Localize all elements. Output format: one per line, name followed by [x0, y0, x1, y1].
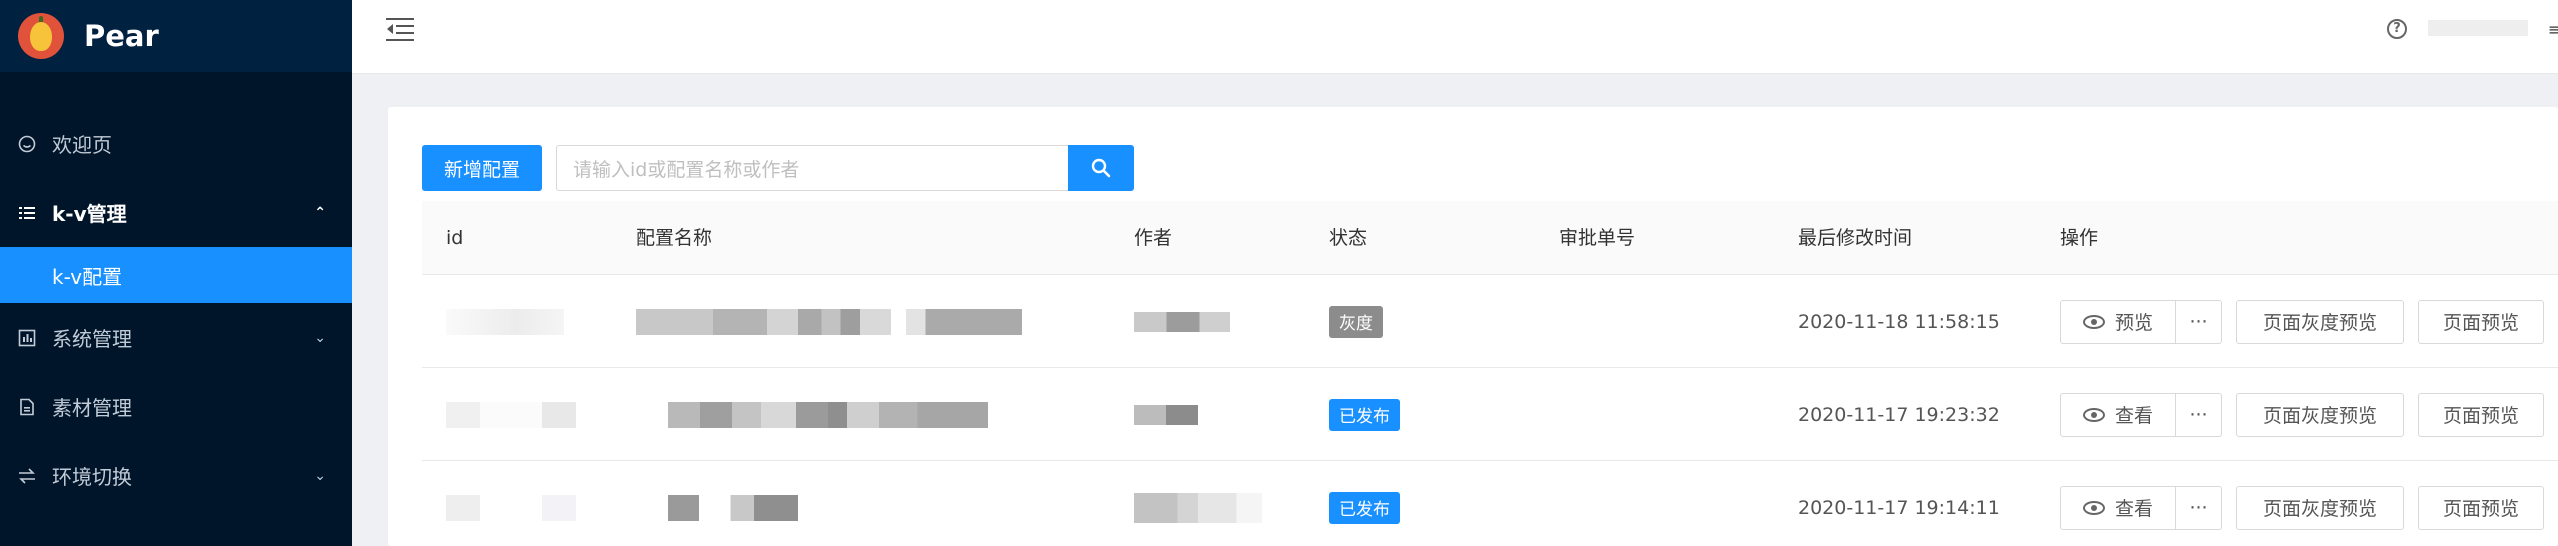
sidebar-item-label: 欢迎页	[52, 133, 112, 157]
user-menu-edge[interactable]: ≡	[2548, 20, 2558, 39]
more-button[interactable]: ···	[2176, 392, 2222, 437]
pear-logo-icon	[18, 13, 64, 59]
table-header: id 配置名称 作者 状态 审批单号 最后修改时间 操作	[422, 201, 2558, 275]
list-icon	[18, 204, 36, 222]
page-preview-button[interactable]: 页面预览	[2418, 392, 2544, 437]
more-button[interactable]: ···	[2176, 299, 2222, 344]
app-name: Pear	[84, 19, 159, 53]
sidebar-item-system[interactable]: 系统管理 ⌄	[0, 303, 352, 372]
status-badge: 已发布	[1329, 398, 1400, 431]
config-name-redacted	[636, 275, 1022, 368]
actions-cell: 查看 ··· 页面灰度预览 页面预览	[2060, 461, 2544, 546]
column-header-modified[interactable]: 最后修改时间	[1798, 201, 1912, 275]
chevron-up-icon: ⌃	[314, 204, 326, 221]
id-redacted	[446, 368, 576, 461]
gray-preview-button[interactable]: 页面灰度预览	[2236, 392, 2404, 437]
swap-icon	[18, 467, 36, 485]
sidebar-item-env-switch[interactable]: 环境切换 ⌄	[0, 441, 352, 510]
author-redacted	[1134, 275, 1230, 368]
sidebar-menu: 欢迎页 k-v管理 ⌃ k-v配置 系统管理 ⌄ 素材管理 环境切换 ⌄	[0, 109, 352, 510]
sidebar-item-label: k-v配置	[52, 264, 123, 289]
gray-preview-button[interactable]: 页面灰度预览	[2236, 299, 2404, 344]
author-redacted	[1134, 368, 1198, 461]
view-button-label: 查看	[2114, 405, 2153, 427]
actions-cell: 预览 ··· 页面灰度预览 页面预览	[2060, 275, 2544, 368]
user-name-redacted[interactable]	[2428, 20, 2528, 36]
sidebar-item-kv-manage[interactable]: k-v管理 ⌃	[0, 178, 352, 247]
column-header-status[interactable]: 状态	[1329, 201, 1367, 275]
search-button[interactable]	[1068, 145, 1135, 191]
eye-icon	[2082, 314, 2105, 329]
menu-fold-icon[interactable]	[386, 18, 414, 42]
chevron-down-icon: ⌄	[314, 329, 326, 346]
eye-icon	[2082, 407, 2105, 422]
chevron-down-icon: ⌄	[314, 467, 326, 484]
preview-button-label: 预览	[2114, 312, 2153, 334]
page-preview-button[interactable]: 页面预览	[2418, 485, 2544, 530]
main-card: 新增配置 请输入id或配置名称或作者 id 配置名称 作者 状态 审批单号 最后…	[388, 107, 2558, 546]
toolbar: 新增配置 请输入id或配置名称或作者	[422, 145, 1135, 191]
id-redacted	[446, 275, 564, 368]
table-row: 灰度 2020-11-18 11:58:15 预览 ··· 页面灰度预览 页面预…	[422, 275, 2558, 368]
brand[interactable]: Pear	[0, 0, 352, 72]
sidebar-item-label: 素材管理	[52, 396, 132, 420]
config-name-redacted	[668, 461, 798, 546]
gray-preview-button[interactable]: 页面灰度预览	[2236, 485, 2404, 530]
view-button[interactable]: 查看	[2060, 392, 2176, 437]
file-icon	[18, 398, 36, 416]
column-header-actions: 操作	[2060, 227, 2099, 249]
author-redacted	[1134, 461, 1262, 546]
sidebar-item-label: 环境切换	[52, 465, 132, 489]
table-row: 已发布 2020-11-17 19:14:11 查看 ··· 页面灰度预览 页面…	[422, 461, 2558, 546]
status-badge: 灰度	[1329, 305, 1383, 338]
more-button[interactable]: ···	[2176, 485, 2222, 530]
top-header: ? ≡	[352, 0, 2558, 74]
view-button[interactable]: 查看	[2060, 485, 2176, 530]
sidebar-item-label: 系统管理	[52, 327, 132, 351]
modified-time: 2020-11-17 19:23:32	[1798, 403, 2000, 426]
status-cell: 已发布	[1329, 368, 1400, 461]
status-cell: 灰度	[1329, 275, 1383, 368]
table-row: 已发布 2020-11-17 19:23:32 查看 ··· 页面灰度预览 页面…	[422, 368, 2558, 461]
config-table: id 配置名称 作者 状态 审批单号 最后修改时间 操作 灰度 2020-11-…	[422, 201, 2558, 546]
sidebar: Pear 欢迎页 k-v管理 ⌃ k-v配置 系统管理 ⌄ 素材管理 环境切换 …	[0, 0, 352, 546]
column-header-id[interactable]: id	[446, 201, 463, 275]
sidebar-item-welcome[interactable]: 欢迎页	[0, 109, 352, 178]
column-header-author[interactable]: 作者	[1134, 201, 1172, 275]
status-cell: 已发布	[1329, 461, 1400, 546]
smile-icon	[18, 135, 36, 153]
config-name-redacted	[668, 368, 988, 461]
column-header-name[interactable]: 配置名称	[636, 201, 712, 275]
sidebar-item-label: k-v管理	[52, 202, 127, 226]
actions-cell: 查看 ··· 页面灰度预览 页面预览	[2060, 368, 2544, 461]
search-icon	[1091, 158, 1111, 178]
help-icon[interactable]: ?	[2387, 19, 2407, 39]
add-config-button[interactable]: 新增配置	[422, 145, 543, 191]
dashboard-icon	[18, 329, 36, 347]
eye-icon	[2082, 500, 2105, 515]
modified-time: 2020-11-17 19:14:11	[1798, 496, 2000, 519]
sidebar-item-material[interactable]: 素材管理	[0, 372, 352, 441]
page-preview-button[interactable]: 页面预览	[2418, 299, 2544, 344]
view-button-label: 查看	[2114, 498, 2153, 520]
column-header-approval[interactable]: 审批单号	[1559, 201, 1635, 275]
search-input[interactable]: 请输入id或配置名称或作者	[556, 145, 1069, 191]
modified-time: 2020-11-18 11:58:15	[1798, 310, 2000, 333]
id-redacted	[446, 461, 576, 546]
sidebar-item-kv-config[interactable]: k-v配置	[0, 247, 352, 303]
status-badge: 已发布	[1329, 491, 1400, 524]
preview-button[interactable]: 预览	[2060, 299, 2176, 344]
